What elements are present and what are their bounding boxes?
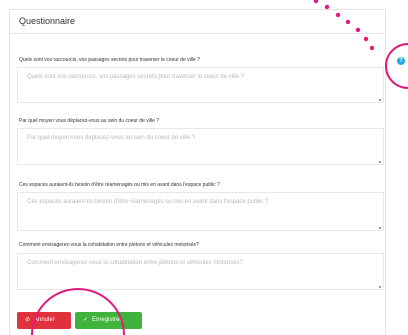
resize-handle[interactable]	[379, 161, 381, 163]
panel-title: Questionnaire	[19, 16, 76, 26]
cancel-button[interactable]: ⊘ Annuler	[17, 312, 71, 329]
question-1-textarea[interactable]: Quels sont vos raccourcis, vos passages …	[17, 67, 384, 103]
question-2-placeholder: Par quel moyen vous deplacez-vous au sei…	[27, 135, 196, 141]
question-2-textarea[interactable]: Par quel moyen vous deplacez-vous au sei…	[17, 128, 384, 165]
title-divider	[10, 33, 385, 34]
question-4-label: Comment envisagerez-vous la cohabitation…	[19, 242, 199, 248]
question-1-label: Quels sont vos raccourcis, vos passages …	[19, 57, 200, 63]
resize-handle[interactable]	[379, 227, 381, 229]
question-3-label: Ces espaces auraient-ils besoin d'être r…	[19, 182, 220, 188]
save-button-label: Enregistrer	[92, 317, 122, 323]
page: Questionnaire Quels sont vos raccourcis,…	[0, 0, 408, 335]
save-button[interactable]: ✓ Enregistrer	[75, 312, 142, 329]
question-3-textarea[interactable]: Ces espaces auraient-ils besoin d'être r…	[17, 192, 384, 231]
annotation-circle-help	[385, 43, 408, 89]
cancel-button-label: Annuler	[34, 317, 55, 323]
question-3-placeholder: Ces espaces auraient-ils besoin d'être r…	[27, 199, 269, 205]
question-4-textarea[interactable]: Comment envisagerez-vous la cohabitation…	[17, 253, 384, 290]
resize-handle[interactable]	[379, 99, 381, 101]
resize-handle[interactable]	[379, 286, 381, 288]
question-4-placeholder: Comment envisagerez-vous la cohabitation…	[27, 260, 243, 266]
question-2-label: Par quel moyen vous déplacez-vous au sei…	[19, 118, 160, 124]
prohibited-icon: ⊘	[25, 317, 31, 323]
question-1-placeholder: Quels sont vos raccourcis, vos passages …	[27, 74, 245, 80]
check-icon: ✓	[83, 317, 89, 323]
question-mark-icon[interactable]: ?	[397, 57, 405, 65]
